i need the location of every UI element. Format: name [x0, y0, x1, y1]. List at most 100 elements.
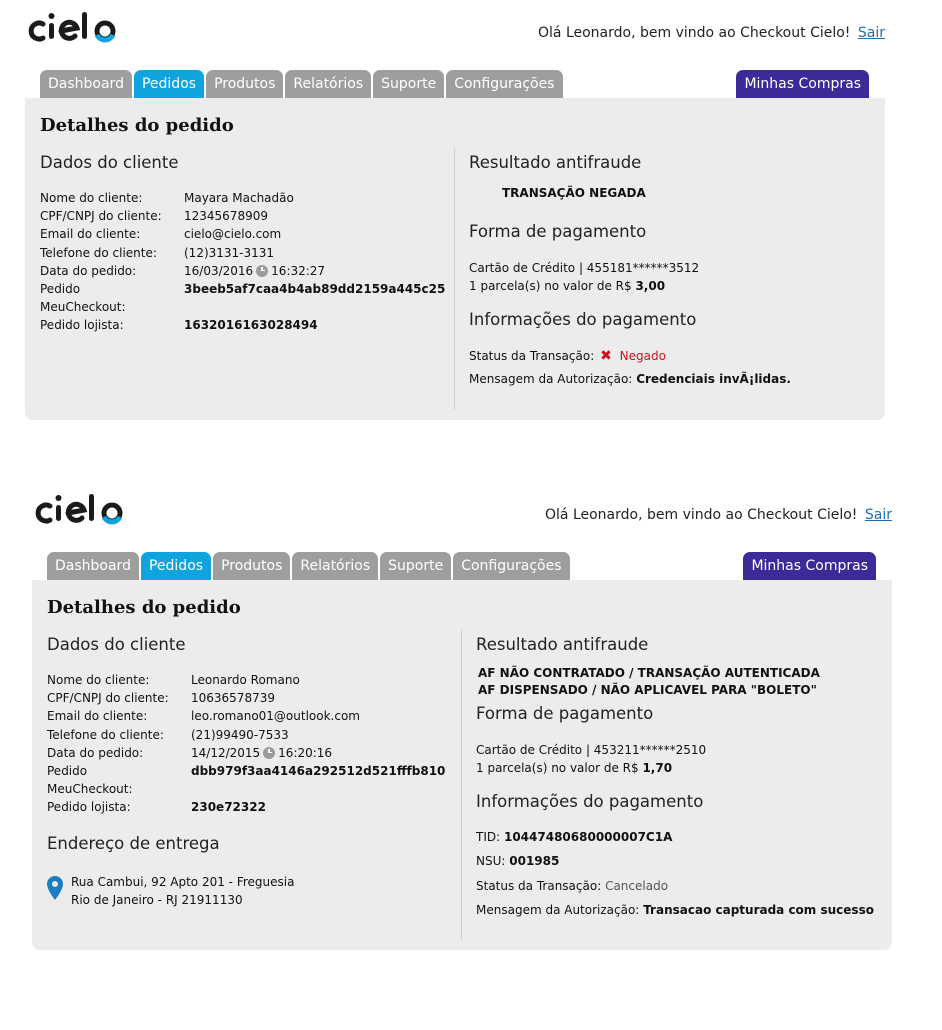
customer-phone-label: Telefone do cliente:	[40, 245, 157, 260]
cielo-logo[interactable]	[32, 492, 132, 532]
logout-link[interactable]: Sair	[865, 507, 892, 523]
authorization-message: Mensagem da Autorização: Credenciais inv…	[469, 372, 791, 386]
customer-email-label: Email do cliente:	[47, 709, 148, 724]
tab-produtos[interactable]: Produtos	[206, 70, 284, 98]
customer-heading: Dados do cliente	[40, 153, 179, 172]
authorization-message-label: Mensagem da Autorização:	[476, 903, 640, 917]
tab-minhas-compras[interactable]: Minhas Compras	[743, 552, 876, 580]
installments-info: 1 parcela(s) no valor de R$ 3,00	[469, 279, 665, 293]
nsu-row: NSU: 001985	[476, 854, 559, 868]
payment-method-heading: Forma de pagamento	[476, 704, 654, 723]
installments-info: 1 parcela(s) no valor de R$ 1,70	[476, 761, 672, 775]
order-id-label-2: MeuCheckout:	[40, 300, 126, 315]
order-details-panel: Detalhes do pedido Dados do cliente Nome…	[32, 580, 892, 950]
customer-cpf-value: 10636578739	[191, 691, 275, 706]
tab-pedidos[interactable]: Pedidos	[140, 552, 212, 580]
authorization-message: Mensagem da Autorização: Transacao captu…	[476, 903, 874, 917]
tab-produtos[interactable]: Produtos	[213, 552, 291, 580]
tab-suporte[interactable]: Suporte	[380, 552, 452, 580]
authorization-message-label: Mensagem da Autorização:	[469, 372, 633, 386]
transaction-status: Status da Transação: Cancelado	[476, 879, 668, 893]
antifraud-result-2: AF DISPENSADO / NÃO APLICAVEL PARA "BOLE…	[478, 683, 817, 697]
tab-suporte[interactable]: Suporte	[373, 70, 445, 98]
logout-link[interactable]: Sair	[858, 25, 885, 41]
tab-minhas-compras[interactable]: Minhas Compras	[736, 70, 869, 98]
tab-configuracoes[interactable]: Configurações	[446, 70, 563, 98]
payment-method-heading: Forma de pagamento	[469, 222, 647, 241]
authorization-message-value: Transacao capturada com sucesso	[643, 903, 874, 917]
transaction-status: Status da Transação: ✖ Negado	[469, 348, 666, 364]
customer-heading: Dados do cliente	[47, 635, 186, 654]
transaction-status-value: Cancelado	[605, 879, 669, 893]
customer-cpf-value: 12345678909	[184, 209, 268, 224]
welcome-greeting: Olá Leonardo, bem vindo ao Checkout Ciel…	[545, 507, 892, 523]
order-date-label: Data do pedido:	[40, 263, 137, 278]
tab-dashboard[interactable]: Dashboard	[40, 70, 132, 98]
order-id-value: dbb979f3aa4146a292512d521fffb810	[191, 763, 446, 778]
card-info: Cartão de Crédito | 455181******3512	[469, 261, 700, 275]
tab-relatorios[interactable]: Relatórios	[285, 70, 372, 98]
customer-name-label: Nome do cliente:	[40, 191, 143, 205]
map-pin-icon	[47, 876, 63, 904]
nsu-value: 001985	[509, 854, 560, 868]
customer-email-value: leo.romano01@outlook.com	[191, 709, 360, 724]
antifraud-heading: Resultado antifraude	[469, 153, 642, 172]
order-date-label: Data do pedido:	[47, 745, 144, 760]
installments-value: 3,00	[635, 279, 666, 293]
nsu-label: NSU:	[476, 854, 506, 868]
store-order-value: 1632016163028494	[184, 318, 318, 333]
transaction-status-label: Status da Transação:	[469, 349, 595, 363]
order-time: 16:20:16	[278, 745, 333, 760]
tab-configuracoes[interactable]: Configurações	[453, 552, 570, 580]
delivery-address-line2: Rio de Janeiro - RJ 21911130	[71, 893, 243, 907]
order-date-value: 16/03/2016 16:32:27	[184, 264, 325, 278]
customer-cpf-label: CPF/CNPJ do cliente:	[40, 209, 162, 224]
greeting-text: Olá Leonardo, bem vindo ao Checkout Ciel…	[545, 507, 858, 523]
greeting-text: Olá Leonardo, bem vindo ao Checkout Ciel…	[538, 25, 851, 41]
tab-pedidos[interactable]: Pedidos	[133, 70, 205, 98]
tid-label: TID:	[476, 830, 501, 844]
antifraud-result-1: AF NÃO CONTRATADO / TRANSAÇÃO AUTENTICAD…	[478, 666, 820, 680]
delivery-address-line1: Rua Cambui, 92 Apto 201 - Freguesia	[71, 875, 295, 889]
payment-info-heading: Informações do pagamento	[469, 310, 697, 329]
store-order-label: Pedido lojista:	[40, 318, 124, 333]
transaction-status-label: Status da Transação:	[476, 879, 602, 893]
customer-cpf-label: CPF/CNPJ do cliente:	[47, 691, 169, 706]
payment-info-heading: Informações do pagamento	[476, 792, 704, 811]
main-tabs: Dashboard Pedidos Produtos Relatórios Su…	[40, 70, 563, 98]
order-id-label: Pedido	[40, 281, 81, 296]
tid-row: TID: 10447480680000007C1A	[476, 830, 672, 844]
card-info: Cartão de Crédito | 453211******2510	[476, 743, 707, 757]
order-id-label: Pedido	[47, 763, 88, 778]
installments-value: 1,70	[642, 761, 673, 775]
tab-dashboard[interactable]: Dashboard	[47, 552, 139, 580]
cielo-logo[interactable]	[25, 10, 125, 50]
order-time: 16:32:27	[271, 263, 326, 278]
store-order-value: 230e72322	[191, 800, 266, 815]
tab-relatorios[interactable]: Relatórios	[292, 552, 379, 580]
transaction-status-value: Negado	[619, 349, 666, 363]
order-date: 16/03/2016	[184, 263, 254, 278]
order-details-panel: Detalhes do pedido Dados do cliente Nome…	[25, 98, 885, 420]
installments-text: 1 parcela(s) no valor de R$	[476, 761, 639, 775]
order-date-value: 14/12/2015 16:20:16	[191, 746, 332, 760]
installments-text: 1 parcela(s) no valor de R$	[469, 279, 632, 293]
customer-name-value: Mayara Machadão	[184, 191, 294, 205]
customer-phone-value: (12)3131-3131	[184, 245, 275, 260]
order-id-value: 3beeb5af7caa4b4ab89dd2159a445c25	[184, 281, 446, 296]
order-id-label-2: MeuCheckout:	[47, 782, 133, 797]
page-title: Detalhes do pedido	[47, 597, 241, 618]
welcome-greeting: Olá Leonardo, bem vindo ao Checkout Ciel…	[538, 25, 885, 41]
cielo-logo-icon	[35, 494, 123, 525]
order-date: 14/12/2015	[191, 745, 261, 760]
tid-value: 10447480680000007C1A	[503, 830, 673, 844]
antifraud-result: TRANSAÇÃO NEGADA	[502, 186, 646, 200]
customer-email-value: cielo@cielo.com	[184, 227, 282, 242]
customer-email-label: Email do cliente:	[40, 227, 141, 242]
store-order-label: Pedido lojista:	[47, 800, 131, 815]
customer-phone-value: (21)99490-7533	[191, 727, 289, 742]
x-icon: ✖	[600, 348, 612, 364]
page-title: Detalhes do pedido	[40, 115, 234, 136]
delivery-address-heading: Endereço de entrega	[47, 834, 220, 853]
column-divider	[454, 148, 455, 410]
